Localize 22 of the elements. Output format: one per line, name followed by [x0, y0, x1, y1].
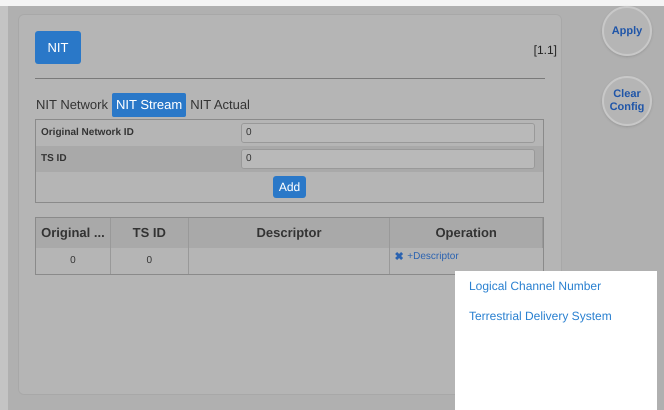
menu-item[interactable]: Logical Channel Number [469, 277, 643, 295]
table-cell: 0 [110, 248, 189, 274]
table-cell: 0 [36, 248, 111, 274]
tab[interactable]: NIT Stream [112, 93, 186, 116]
nit-button[interactable]: NIT [35, 31, 81, 64]
circle-button[interactable]: Apply [602, 6, 652, 56]
field-label: Original Network ID [40, 126, 135, 140]
column-header: TS ID [110, 218, 189, 248]
input-field[interactable]: 0 [241, 122, 535, 142]
column-header: Descriptor [188, 218, 390, 248]
column-header: Operation [390, 218, 543, 248]
add-button[interactable]: Add [272, 176, 306, 198]
circle-button[interactable]: Clear Config [602, 76, 652, 126]
field-label: TS ID [40, 152, 68, 166]
add-descriptor-link[interactable]: +Descriptor [407, 248, 459, 264]
tab[interactable]: NIT Network [35, 93, 109, 116]
menu-item[interactable]: Terrestrial Delivery System [469, 307, 643, 325]
column-header: Original ... [36, 218, 111, 248]
input-field[interactable]: 0 [241, 148, 535, 168]
tab[interactable]: NIT Actual [189, 93, 251, 116]
version-label: [1.1] [534, 42, 557, 59]
delete-icon[interactable]: ✖ [394, 248, 404, 265]
